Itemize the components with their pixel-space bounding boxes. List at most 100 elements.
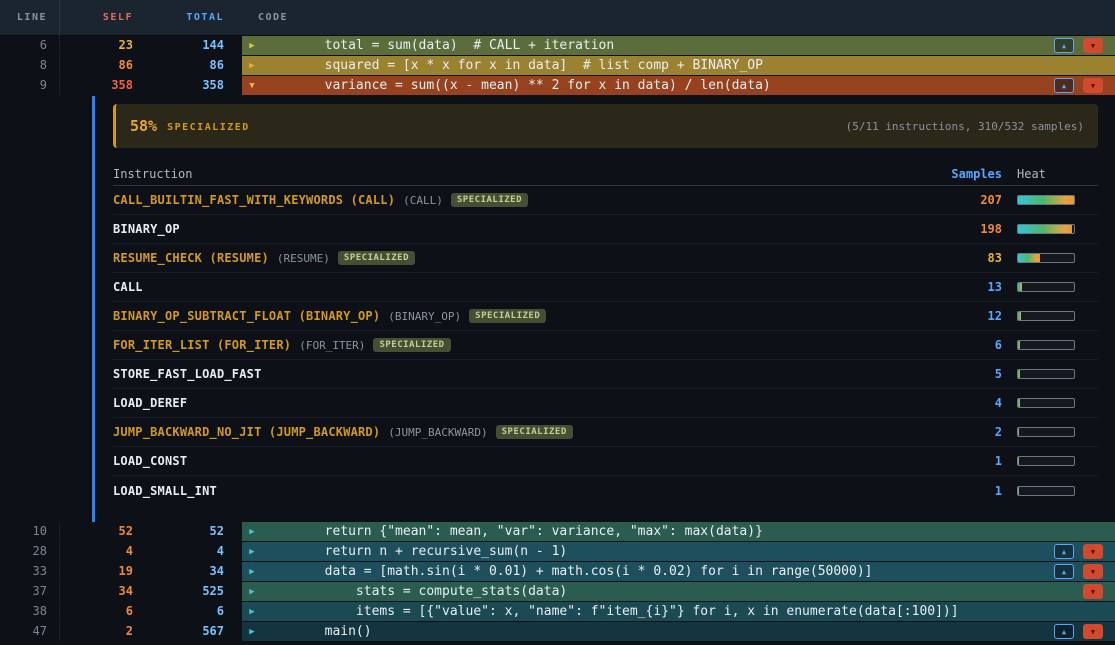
specialized-badge: SPECIALIZED: [373, 338, 450, 352]
instruction-samples: 5: [922, 367, 1002, 381]
nav-up-button[interactable]: ▲: [1054, 624, 1074, 639]
code-line-row[interactable]: 6 23 144 ▶ total = sum(data) # CALL + it…: [0, 36, 1115, 56]
total-samples: 34: [145, 562, 232, 581]
heat-bar: [1017, 224, 1075, 234]
instruction-row: BINARY_OP_SUBTRACT_FLOAT (BINARY_OP) (BI…: [113, 302, 1098, 331]
code-text: total = sum(data) # CALL + iteration: [262, 38, 1054, 53]
code-cell: ▶ items = [{"value": x, "name": f"item_{…: [242, 602, 1115, 621]
expander-icon[interactable]: ▶: [242, 527, 262, 537]
instruction-samples: 1: [922, 484, 1002, 498]
code-line-row[interactable]: 8 86 86 ▶ squared = [x * x for x in data…: [0, 56, 1115, 76]
total-samples: 525: [145, 582, 232, 601]
instruction-samples: 198: [922, 222, 1002, 236]
line-number: 33: [0, 562, 60, 581]
self-samples: 4: [60, 542, 145, 561]
heat-fill: [1018, 312, 1021, 320]
self-samples: 19: [60, 562, 145, 581]
heat-fill: [1018, 283, 1022, 291]
heat-bar: [1017, 311, 1075, 321]
code-line-row[interactable]: 38 6 6 ▶ items = [{"value": x, "name": f…: [0, 602, 1115, 622]
code-cell: ▶ return n + recursive_sum(n - 1) ▲ ▼: [242, 542, 1115, 561]
nav-down-button[interactable]: ▼: [1083, 584, 1103, 599]
specialized-badge: SPECIALIZED: [469, 309, 546, 323]
code-cell: ▶ squared = [x * x for x in data] # list…: [242, 56, 1115, 75]
instruction-name: CALL_BUILTIN_FAST_WITH_KEYWORDS (CALL): [113, 193, 395, 207]
instruction-samples: 207: [922, 193, 1002, 207]
code-line-row[interactable]: 33 19 34 ▶ data = [math.sin(i * 0.01) + …: [0, 562, 1115, 582]
code-text: stats = compute_stats(data): [262, 584, 1083, 599]
expander-icon[interactable]: ▶: [242, 627, 262, 637]
specialized-badge: SPECIALIZED: [496, 425, 573, 439]
heat-bar: [1017, 398, 1075, 408]
nav-down-button[interactable]: ▼: [1083, 38, 1103, 53]
line-number: 38: [0, 602, 60, 621]
heat-fill: [1018, 399, 1020, 407]
nav-up-button[interactable]: ▲: [1054, 544, 1074, 559]
code-text: return n + recursive_sum(n - 1): [262, 544, 1054, 559]
total-samples: 52: [145, 522, 232, 541]
instruction-name: FOR_ITER_LIST (FOR_ITER): [113, 338, 291, 352]
nav-down-button[interactable]: ▼: [1083, 544, 1103, 559]
code-line-row[interactable]: 10 52 52 ▶ return {"mean": mean, "var": …: [0, 522, 1115, 542]
line-number: 8: [0, 56, 60, 75]
code-line-row[interactable]: 28 4 4 ▶ return n + recursive_sum(n - 1)…: [0, 542, 1115, 562]
code-text: main(): [262, 624, 1054, 639]
instruction-name: CALL: [113, 280, 143, 294]
heat-bar: [1017, 195, 1075, 205]
line-number: 47: [0, 622, 60, 641]
code-cell: ▼ variance = sum((x - mean) ** 2 for x i…: [242, 76, 1115, 95]
column-header-instruction: Instruction: [113, 167, 922, 181]
instruction-samples: 2: [922, 425, 1002, 439]
collapse-icon[interactable]: ▼: [242, 81, 262, 91]
instruction-row: FOR_ITER_LIST (FOR_ITER) (FOR_ITER) SPEC…: [113, 331, 1098, 360]
instruction-row: BINARY_OP 198: [113, 215, 1098, 244]
instruction-samples: 83: [922, 251, 1002, 265]
specialization-percent: 58%: [130, 117, 157, 135]
instruction-row: LOAD_SMALL_INT 1: [113, 476, 1098, 505]
expander-icon[interactable]: ▶: [242, 547, 262, 557]
instruction-name: BINARY_OP_SUBTRACT_FLOAT (BINARY_OP): [113, 309, 380, 323]
heat-bar: [1017, 253, 1075, 263]
column-header-self: SELF: [60, 12, 145, 23]
code-line-row[interactable]: 47 2 567 ▶ main() ▲ ▼: [0, 622, 1115, 642]
heat-bar: [1017, 340, 1075, 350]
total-samples: 6: [145, 602, 232, 621]
table-header: LINE SELF TOTAL CODE: [0, 0, 1115, 36]
code-cell: ▶ main() ▲ ▼: [242, 622, 1115, 641]
heat-fill: [1018, 254, 1040, 262]
instruction-table-header: Instruction Samples Heat: [113, 162, 1098, 186]
instruction-base-opcode: (RESUME): [277, 252, 330, 265]
self-samples: 358: [60, 76, 145, 95]
nav-up-button[interactable]: ▲: [1054, 38, 1074, 53]
heat-fill: [1018, 341, 1020, 349]
expander-icon[interactable]: ▶: [242, 41, 262, 51]
instruction-base-opcode: (JUMP_BACKWARD): [388, 426, 487, 439]
instruction-samples: 12: [922, 309, 1002, 323]
instruction-row: LOAD_CONST 1: [113, 447, 1098, 476]
total-samples: 358: [145, 76, 232, 95]
expander-icon[interactable]: ▶: [242, 587, 262, 597]
instruction-base-opcode: (CALL): [403, 194, 443, 207]
nav-down-button[interactable]: ▼: [1083, 624, 1103, 639]
self-samples: 2: [60, 622, 145, 641]
total-samples: 144: [145, 36, 232, 55]
expander-icon[interactable]: ▶: [242, 607, 262, 617]
expander-icon[interactable]: ▶: [242, 61, 262, 71]
instruction-name: STORE_FAST_LOAD_FAST: [113, 367, 262, 381]
code-line-row-expanded[interactable]: 9 358 358 ▼ variance = sum((x - mean) **…: [0, 76, 1115, 96]
heat-fill: [1018, 428, 1019, 436]
nav-up-button[interactable]: ▲: [1054, 564, 1074, 579]
heat-bar: [1017, 486, 1075, 496]
instruction-detail-panel: 58% SPECIALIZED (5/11 instructions, 310/…: [92, 96, 1115, 522]
nav-down-button[interactable]: ▼: [1083, 78, 1103, 93]
nav-down-button[interactable]: ▼: [1083, 564, 1103, 579]
nav-up-button[interactable]: ▲: [1054, 78, 1074, 93]
specialized-badge: SPECIALIZED: [338, 251, 415, 265]
heat-bar: [1017, 456, 1075, 466]
instruction-base-opcode: (BINARY_OP): [388, 310, 461, 323]
instruction-row: STORE_FAST_LOAD_FAST 5: [113, 360, 1098, 389]
code-line-row[interactable]: 37 34 525 ▶ stats = compute_stats(data) …: [0, 582, 1115, 602]
expander-icon[interactable]: ▶: [242, 567, 262, 577]
heat-fill: [1018, 225, 1072, 233]
summary-stats: (5/11 instructions, 310/532 samples): [846, 120, 1084, 133]
